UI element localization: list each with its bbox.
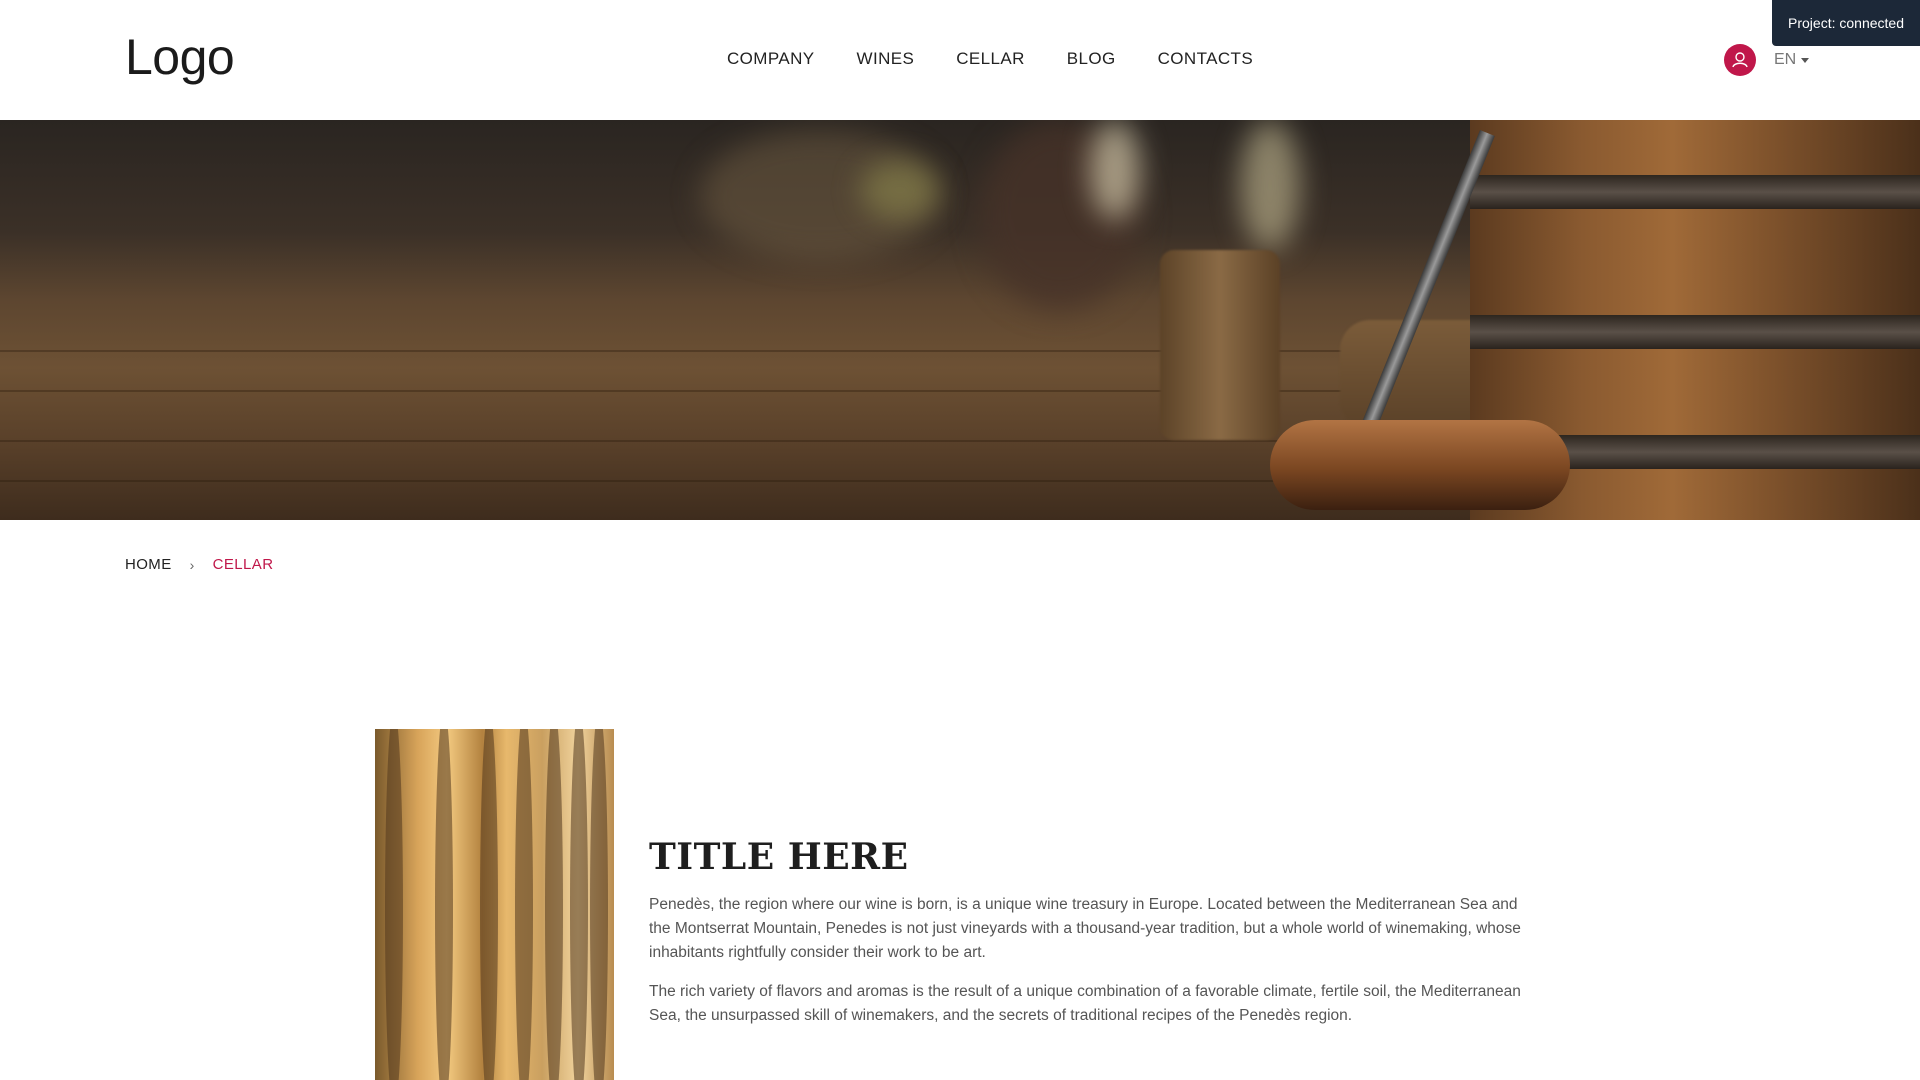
breadcrumb: HOME › CELLAR <box>125 556 273 573</box>
detail-paragraph: The rich variety of flavors and aromas i… <box>649 983 1521 1024</box>
nav-blog[interactable]: BLOG <box>1067 49 1116 69</box>
chevron-right-icon: › <box>189 556 195 573</box>
language-selector[interactable]: EN <box>1774 51 1810 69</box>
language-label: EN <box>1774 51 1797 68</box>
breadcrumb-current: CELLAR <box>212 556 274 573</box>
intro-paragraph: Penedès, the region where our wine is bo… <box>649 896 1521 961</box>
breadcrumb-home-link[interactable]: HOME <box>125 556 172 573</box>
site-logo[interactable]: Logo <box>125 28 235 86</box>
hero-banner-image <box>0 120 1920 520</box>
site-header: Logo COMPANY WINES CELLAR BLOG CONTACTS … <box>0 0 1920 120</box>
main-nav: COMPANY WINES CELLAR BLOG CONTACTS <box>727 49 1253 69</box>
nav-wines[interactable]: WINES <box>857 49 915 69</box>
barrels-image <box>375 729 614 1080</box>
nav-cellar[interactable]: CELLAR <box>956 49 1025 69</box>
nav-contacts[interactable]: CONTACTS <box>1158 49 1253 69</box>
section-title: TITLE HERE <box>649 836 909 878</box>
project-status-badge: Project: connected <box>1772 0 1920 46</box>
nav-company[interactable]: COMPANY <box>727 49 815 69</box>
user-account-button[interactable] <box>1724 44 1756 76</box>
caret-down-icon <box>1801 57 1810 63</box>
user-icon <box>1732 52 1748 68</box>
